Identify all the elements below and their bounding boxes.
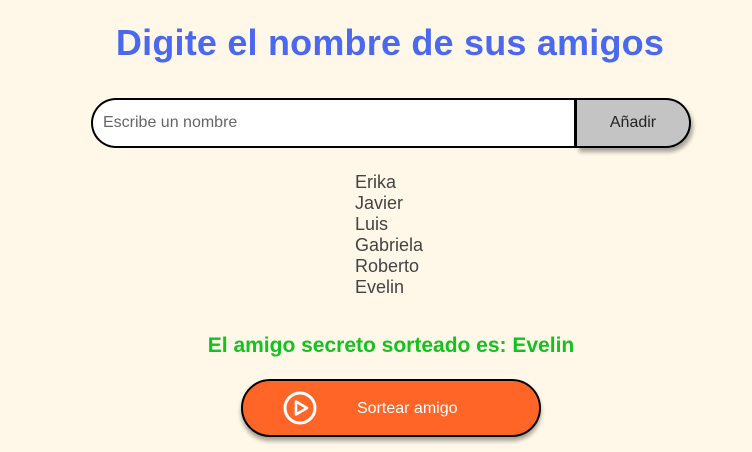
list-item: Gabriela [355,235,424,255]
draw-button-label: Sortear amigo [357,400,458,417]
friends-list: Erika Javier Luis Gabriela Roberto Eveli… [355,172,423,298]
page-title: Digite el nombre de sus amigos [115,22,665,63]
list-item: Evelin [355,277,405,297]
draw-friend-button[interactable]: Sortear amigo [241,379,541,437]
list-item: Luis [355,214,389,234]
add-friend-form: Añadir [91,98,691,152]
play-circle-icon [283,391,317,425]
list-item: Javier [355,193,404,213]
friend-name-input[interactable] [91,98,577,148]
list-item: Roberto [355,256,420,276]
add-button[interactable]: Añadir [577,98,691,148]
list-item: Erika [355,172,397,192]
result-text: El amigo secreto sorteado es: Evelin [207,334,575,357]
